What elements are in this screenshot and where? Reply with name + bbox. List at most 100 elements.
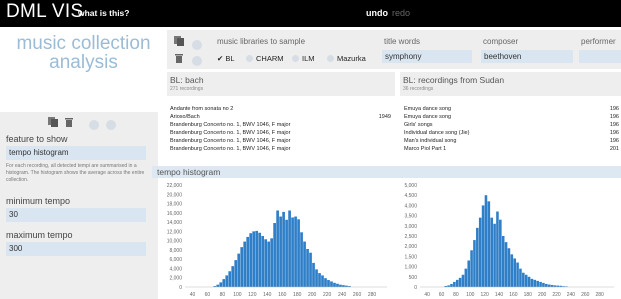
histogram-bar (285, 219, 288, 287)
composer-input[interactable]: beethoven (481, 50, 573, 63)
list-item[interactable]: Emuya dance song 196 (404, 113, 619, 121)
x-tick-label: 100 (233, 292, 242, 298)
y-tick-label: 3,500 (404, 214, 417, 220)
trash-icon[interactable] (173, 52, 185, 64)
histogram-bar (481, 205, 485, 287)
library-ilm-checkbox[interactable]: ILM (292, 54, 315, 63)
performer-input[interactable] (579, 50, 621, 63)
collection-header-left[interactable]: BL: bach 271 recordings (167, 72, 395, 96)
histogram-bar (312, 262, 315, 287)
y-tick-label: 1,000 (404, 265, 417, 271)
trash-icon[interactable] (63, 116, 75, 128)
redo-button[interactable]: redo (392, 8, 410, 18)
min-tempo-input[interactable]: 30 (6, 208, 146, 222)
composer-label: composer (483, 37, 519, 46)
x-tick-label: 220 (552, 292, 561, 298)
library-bl-checkbox[interactable]: ✔ BL (217, 54, 235, 63)
histogram-bar (267, 241, 270, 287)
collection-title: BL: recordings from Sudan (403, 75, 505, 85)
histogram-bar (309, 252, 312, 287)
histogram-bar (336, 283, 339, 287)
tempo-histogram-right: 0 500 1,000 1,500 2,000 2,500 3,000 3,500 4,000 4… (404, 183, 614, 298)
histogram-bar (279, 216, 282, 287)
y-tick-label: 4,000 (169, 266, 182, 272)
y-tick-label: 1,500 (404, 254, 417, 260)
circle-check-icon[interactable] (192, 52, 205, 70)
histogram-bar (321, 275, 324, 287)
y-tick-label: 8,000 (169, 248, 182, 254)
histogram-bar (243, 241, 247, 287)
max-tempo-input[interactable]: 300 (6, 242, 146, 256)
histogram-bar (294, 216, 297, 287)
histogram-bar (536, 280, 539, 287)
histogram-bar (458, 277, 462, 287)
list-item[interactable]: Girls' songs 196 (404, 121, 619, 129)
histogram-bar (464, 268, 468, 287)
histogram-bar (527, 276, 531, 287)
list-item[interactable]: Marco Piol Part 1 201 (404, 145, 619, 153)
histogram-bar (324, 278, 327, 287)
x-tick-label: 240 (567, 292, 576, 298)
unchecked-icon (246, 55, 253, 62)
x-tick-label: 280 (595, 292, 604, 298)
query-panel: music libraries to sample ✔ BL CHARM ILM… (167, 30, 621, 69)
histogram-bar (261, 236, 265, 287)
histogram-bar (342, 285, 345, 287)
recording-list-left: Andante from sonata no 2 Arioso/Bach 1949… (170, 105, 391, 153)
x-tick-label: 80 (453, 292, 459, 298)
title-words-input[interactable]: symphony (382, 50, 472, 63)
circle-close-icon[interactable] (89, 116, 102, 134)
histogram-bar (276, 210, 279, 287)
collection-count: 271 recordings (170, 86, 204, 92)
circle-check-icon[interactable] (106, 116, 119, 134)
x-tick-label: 260 (353, 292, 362, 298)
feature-select[interactable]: tempo histogram (6, 146, 146, 160)
histogram-bar (270, 238, 273, 287)
checkmark-icon: ✔ (217, 54, 224, 63)
x-tick-label: 200 (538, 292, 547, 298)
x-tick-label: 40 (424, 292, 430, 298)
copy-icon[interactable] (173, 35, 185, 47)
list-item[interactable]: Brandenburg Concerto no. 1, BWV 1046, F … (170, 129, 391, 137)
histogram-bar (231, 266, 235, 287)
histogram-bar (507, 248, 511, 287)
chart-title-bar: tempo histogram (152, 166, 621, 178)
help-link[interactable]: what is this? (78, 8, 129, 18)
histogram-bar (327, 280, 330, 287)
copy-icon[interactable] (47, 116, 59, 128)
list-item[interactable]: Brandenburg Concerto no. 1, BWV 1046, F … (170, 121, 391, 129)
histogram-bar (318, 273, 321, 287)
collection-count: 36 recordings (403, 86, 434, 92)
list-item[interactable]: Arioso/Bach 1949 (170, 113, 391, 121)
histogram-bar (530, 278, 534, 287)
list-item[interactable]: Emuya dance song 196 (404, 105, 619, 113)
histogram-bar (519, 268, 522, 287)
y-tick-label: 2,500 (404, 234, 417, 240)
histogram-bar (282, 211, 285, 287)
library-mazurka-checkbox[interactable]: Mazurka (327, 54, 366, 63)
histogram-bar (473, 240, 476, 287)
histogram-bar (225, 275, 229, 287)
list-item[interactable]: Individual dance song (Jie) 196 (404, 129, 619, 137)
histogram-bar (510, 254, 514, 287)
list-item[interactable]: Man's individual song 196 (404, 137, 619, 145)
histogram-bar (522, 272, 525, 287)
library-charm-checkbox[interactable]: CHARM (246, 54, 284, 63)
unchecked-icon (327, 55, 334, 62)
histogram-bar (461, 274, 465, 287)
x-tick-label: 200 (308, 292, 317, 298)
histogram-bar (216, 284, 220, 287)
histogram-bar (333, 282, 336, 287)
collection-header-right[interactable]: BL: recordings from Sudan 36 recordings (400, 72, 621, 96)
histogram-bar (288, 210, 291, 287)
histogram-bar (490, 217, 493, 287)
histogram-bar (504, 242, 508, 287)
y-tick-label: 12,000 (167, 229, 183, 235)
chart-title: tempo histogram (157, 167, 221, 177)
undo-button[interactable]: undo (366, 8, 388, 18)
list-item[interactable]: Brandenburg Concerto no. 1, BWV 1046, F … (170, 145, 391, 153)
list-item[interactable]: Brandenburg Concerto no. 1, BWV 1046, F … (170, 137, 391, 145)
x-tick-label: 140 (263, 292, 272, 298)
list-item[interactable]: Andante from sonata no 2 (170, 105, 391, 113)
y-tick-label: 22,000 (167, 183, 183, 189)
